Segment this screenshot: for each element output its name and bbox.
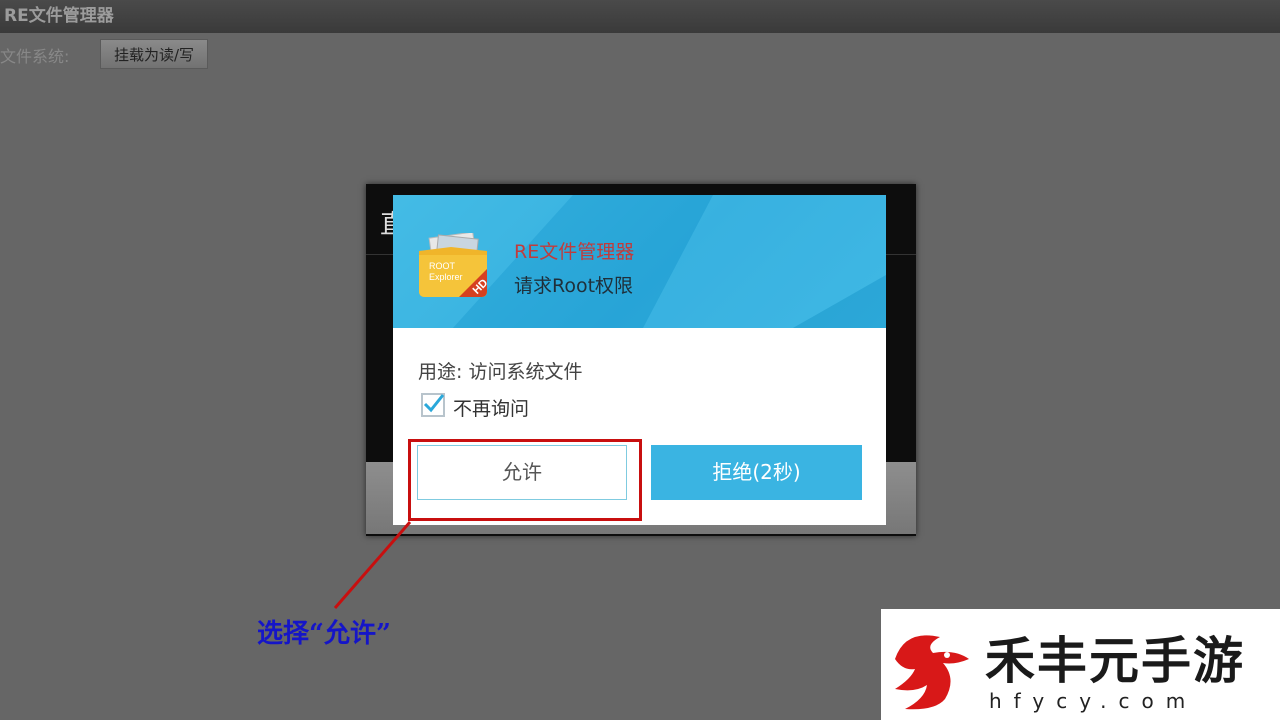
app-title: RE文件管理器 bbox=[4, 6, 114, 26]
root-explorer-hd-icon: ROOT Explorer HD bbox=[419, 233, 489, 297]
app-name: RE文件管理器 bbox=[514, 241, 635, 263]
deny-button[interactable]: 拒绝(2秒) bbox=[651, 445, 862, 500]
remember-label: 不再询问 bbox=[453, 398, 530, 420]
watermark-url: hfycy.com bbox=[989, 689, 1198, 713]
purpose-text: 用途: 访问系统文件 bbox=[418, 361, 583, 383]
app-title-bar: RE文件管理器 bbox=[0, 0, 1280, 33]
svg-text:ROOT: ROOT bbox=[429, 261, 456, 271]
request-text: 请求Root权限 bbox=[514, 275, 634, 297]
watermark-title: 禾丰元手游 bbox=[985, 632, 1245, 690]
annotation-text: 选择“允许” bbox=[257, 619, 391, 649]
dialog-header: ROOT Explorer HD RE文件管理器 请求Root权限 bbox=[393, 195, 886, 328]
filesystem-label: 文件系统: bbox=[0, 47, 70, 66]
allow-highlight-box bbox=[408, 439, 642, 521]
mount-read-write-button[interactable]: 挂载为读/写 bbox=[100, 39, 208, 69]
watermark: 禾丰元手游 hfycy.com bbox=[881, 609, 1280, 720]
dragon-logo bbox=[895, 635, 969, 710]
svg-text:Explorer: Explorer bbox=[429, 272, 463, 282]
checkmark-icon bbox=[423, 394, 444, 413]
remember-checkbox[interactable] bbox=[421, 393, 445, 417]
background-dialog-title: 直 bbox=[380, 210, 394, 240]
